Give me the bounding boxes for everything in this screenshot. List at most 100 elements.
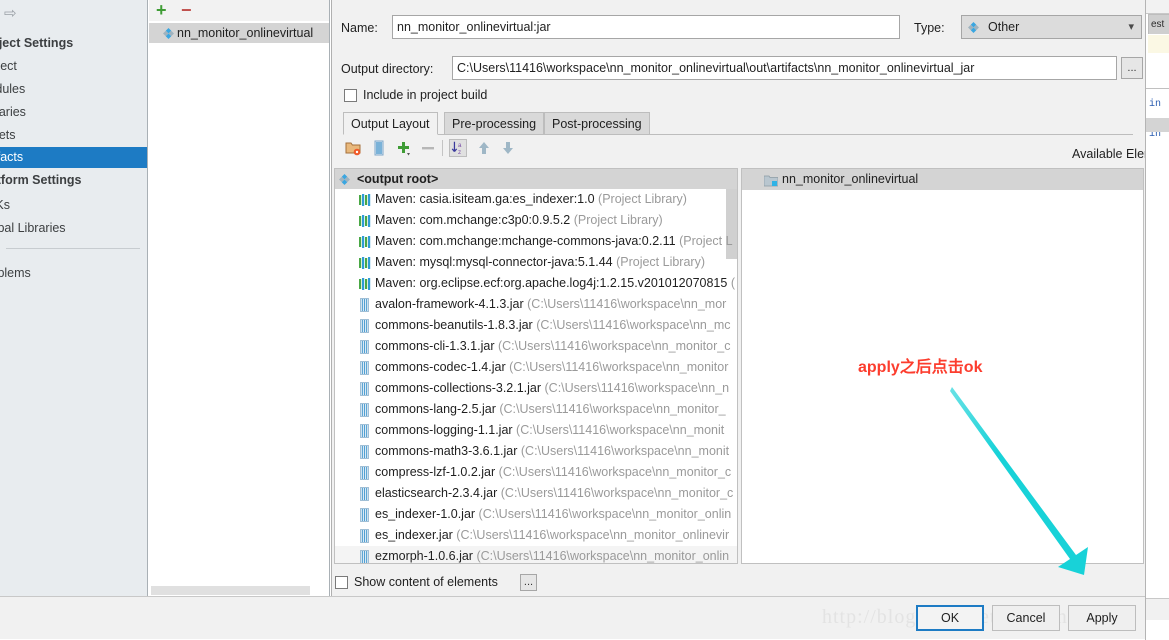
tree-row-path: (C:\Users\11416\workspace\nn_monitor_onl… bbox=[475, 507, 732, 521]
tree-row-text: es_indexer.jar (C:\Users\11416\workspace… bbox=[375, 525, 729, 546]
tree-row[interactable]: ezmorph-1.0.6.jar (C:\Users\11416\worksp… bbox=[335, 546, 737, 563]
tree-row-path: (C:\Users\11416\workspace\nn_monitor_c bbox=[495, 465, 732, 479]
tree-row-path: (C:\Users\11416\workspace\nn_monit bbox=[512, 423, 725, 437]
browse-output-directory-button[interactable]: ... bbox=[1121, 57, 1143, 79]
include-in-build-checkbox[interactable] bbox=[344, 89, 357, 102]
tree-row-text: commons-lang-2.5.jar (C:\Users\11416\wor… bbox=[375, 399, 726, 420]
tree-row-text: Maven: com.mchange:mchange-commons-java:… bbox=[375, 231, 733, 252]
jar-icon bbox=[359, 424, 371, 438]
artifacts-horizontal-scrollbar[interactable] bbox=[150, 585, 329, 596]
tree-row-text: ezmorph-1.0.6.jar (C:\Users\11416\worksp… bbox=[375, 546, 730, 563]
sidebar-item-artifacts[interactable]: Artifacts bbox=[0, 147, 147, 168]
tree-row-name: Maven: com.mchange:mchange-commons-java:… bbox=[375, 234, 676, 248]
tree-row-name: avalon-framework-4.1.3.jar bbox=[375, 297, 524, 311]
tree-row-path: (C:\Users\11416\workspace\nn_monitor_onl… bbox=[472, 549, 730, 563]
sidebar-item-sdks[interactable]: SDKs bbox=[0, 196, 10, 215]
background-editor-tab[interactable]: est bbox=[1148, 14, 1169, 34]
tab-output-layout[interactable]: Output Layout bbox=[343, 112, 438, 135]
tab-post-processing[interactable]: Post-processing bbox=[544, 112, 650, 135]
tree-row[interactable]: es_indexer.jar (C:\Users\11416\workspace… bbox=[335, 525, 737, 546]
artifact-diamond-icon bbox=[163, 28, 174, 39]
settings-sidebar: ⇨ Project Settings Project Modules Libra… bbox=[0, 0, 148, 596]
jar-icon bbox=[359, 508, 371, 522]
include-in-build-label: Include in project build bbox=[363, 88, 488, 102]
sidebar-item-modules[interactable]: Modules bbox=[0, 80, 25, 99]
library-icon bbox=[359, 214, 371, 228]
jar-icon bbox=[359, 382, 371, 396]
tree-row[interactable]: commons-lang-2.5.jar (C:\Users\11416\wor… bbox=[335, 399, 737, 420]
artifact-list-item[interactable]: nn_monitor_onlinevirtual bbox=[149, 23, 329, 43]
tree-row[interactable]: commons-logging-1.1.jar (C:\Users\11416\… bbox=[335, 420, 737, 441]
sidebar-item-libraries[interactable]: Libraries bbox=[0, 103, 26, 122]
move-up-icon[interactable] bbox=[475, 139, 493, 157]
jar-icon bbox=[359, 319, 371, 333]
add-artifact-icon[interactable]: + bbox=[156, 1, 172, 19]
tree-row-text: elasticsearch-2.3.4.jar (C:\Users\11416\… bbox=[375, 483, 733, 504]
tree-row[interactable]: compress-lzf-1.0.2.jar (C:\Users\11416\w… bbox=[335, 462, 737, 483]
create-directory-icon[interactable] bbox=[344, 139, 362, 157]
type-combobox[interactable]: Other ▾ bbox=[961, 15, 1142, 39]
output-root-row[interactable]: <output root> bbox=[335, 169, 737, 189]
arrow-right-icon[interactable]: ⇨ bbox=[4, 6, 28, 22]
tree-row-text: Maven: mysql:mysql-connector-java:5.1.44… bbox=[375, 252, 705, 273]
output-directory-input[interactable]: C:\Users\11416\workspace\nn_monitor_onli… bbox=[452, 56, 1117, 80]
sidebar-item-facets[interactable]: Facets bbox=[0, 126, 16, 145]
tree-row[interactable]: commons-math3-3.6.1.jar (C:\Users\11416\… bbox=[335, 441, 737, 462]
tree-row-text: commons-cli-1.3.1.jar (C:\Users\11416\wo… bbox=[375, 336, 730, 357]
tree-row-name: commons-beanutils-1.8.3.jar bbox=[375, 318, 533, 332]
tree-row[interactable]: commons-cli-1.3.1.jar (C:\Users\11416\wo… bbox=[335, 336, 737, 357]
module-folder-icon bbox=[763, 173, 779, 194]
type-diamond-icon bbox=[968, 22, 979, 33]
tree-row-path: ( bbox=[727, 276, 735, 290]
tree-row-text: Maven: org.eclipse.ecf:org.apache.log4j:… bbox=[375, 273, 735, 294]
sort-alphabetically-icon[interactable]: a z bbox=[449, 139, 467, 157]
sidebar-item-global-libraries[interactable]: Global Libraries bbox=[0, 219, 66, 238]
artifacts-toolbar: + − bbox=[149, 0, 329, 21]
sidebar-item-problems[interactable]: Problems bbox=[0, 264, 31, 283]
tree-row-name: commons-cli-1.3.1.jar bbox=[375, 339, 495, 353]
sidebar-item-artifacts-label: Artifacts bbox=[0, 150, 24, 164]
tab-pre-processing[interactable]: Pre-processing bbox=[444, 112, 545, 135]
library-icon bbox=[359, 193, 371, 207]
tree-row-path: (Project Library) bbox=[612, 255, 705, 269]
artifacts-scrollbar-thumb[interactable] bbox=[151, 586, 310, 595]
cancel-button[interactable]: Cancel bbox=[992, 605, 1060, 631]
chevron-down-icon: ▾ bbox=[1128, 21, 1134, 33]
jar-icon bbox=[359, 445, 371, 459]
show-content-checkbox[interactable] bbox=[335, 576, 348, 589]
tree-row-name: Maven: casia.isiteam.ga:es_indexer:1.0 bbox=[375, 192, 595, 206]
jar-icon bbox=[359, 487, 371, 501]
tree-row[interactable]: elasticsearch-2.3.4.jar (C:\Users\11416\… bbox=[335, 483, 737, 504]
tree-row[interactable]: Maven: mysql:mysql-connector-java:5.1.44… bbox=[335, 252, 737, 273]
tree-row-path: (C:\Users\11416\workspace\nn_monitor bbox=[505, 360, 729, 374]
tree-row[interactable]: Maven: org.eclipse.ecf:org.apache.log4j:… bbox=[335, 273, 737, 294]
tree-row-name: commons-codec-1.4.jar bbox=[375, 360, 506, 374]
tree-row[interactable]: commons-codec-1.4.jar (C:\Users\11416\wo… bbox=[335, 357, 737, 378]
tree-row[interactable]: Maven: casia.isiteam.ga:es_indexer:1.0 (… bbox=[335, 189, 737, 210]
tree-row[interactable]: avalon-framework-4.1.3.jar (C:\Users\114… bbox=[335, 294, 737, 315]
background-highlight-line bbox=[1148, 35, 1169, 53]
ok-button[interactable]: OK bbox=[916, 605, 984, 631]
tree-row[interactable]: commons-beanutils-1.8.3.jar (C:\Users\11… bbox=[335, 315, 737, 336]
show-content-options-button[interactable]: ... bbox=[520, 574, 537, 591]
background-code-line-1: in bbox=[1149, 99, 1162, 110]
sidebar-item-project[interactable]: Project bbox=[0, 57, 17, 76]
create-archive-icon[interactable] bbox=[370, 139, 388, 157]
remove-artifact-icon[interactable]: − bbox=[181, 1, 197, 19]
apply-button[interactable]: Apply bbox=[1068, 605, 1136, 631]
move-down-icon[interactable] bbox=[499, 139, 517, 157]
library-icon bbox=[359, 277, 371, 291]
tree-row-text: commons-logging-1.1.jar (C:\Users\11416\… bbox=[375, 420, 724, 441]
available-element-row[interactable]: nn_monitor_onlinevirtual bbox=[742, 169, 1143, 190]
add-plus-icon[interactable] bbox=[394, 139, 412, 157]
tree-row[interactable]: commons-collections-3.2.1.jar (C:\Users\… bbox=[335, 378, 737, 399]
tree-row-path: (C:\Users\11416\workspace\nn_monitor_c bbox=[494, 339, 731, 353]
name-input[interactable]: nn_monitor_onlinevirtual:jar bbox=[392, 15, 900, 39]
toolbar-separator bbox=[442, 140, 443, 156]
tree-row[interactable]: Maven: com.mchange:mchange-commons-java:… bbox=[335, 231, 737, 252]
output-layout-tree[interactable]: <output root> Maven: casia.isiteam.ga:es… bbox=[334, 168, 738, 564]
tree-row[interactable]: es_indexer-1.0.jar (C:\Users\11416\works… bbox=[335, 504, 737, 525]
tree-row[interactable]: Maven: com.mchange:c3p0:0.9.5.2 (Project… bbox=[335, 210, 737, 231]
library-icon bbox=[359, 256, 371, 270]
tree-row-text: compress-lzf-1.0.2.jar (C:\Users\11416\w… bbox=[375, 462, 731, 483]
